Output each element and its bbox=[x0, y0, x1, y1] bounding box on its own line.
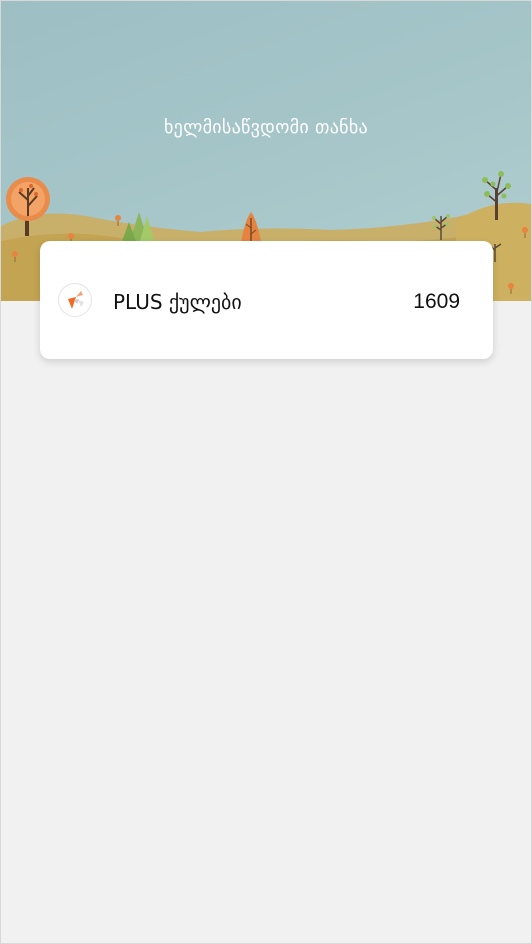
leaf-tree-icon bbox=[241, 212, 261, 244]
screen: ხელმისაწვდომი თანხა PLUS ქულები 1609 bbox=[0, 0, 532, 944]
plus-points-logo-icon bbox=[58, 283, 92, 317]
points-balance-card[interactable]: PLUS ქულები 1609 bbox=[40, 241, 493, 359]
points-label: PLUS ქულები bbox=[113, 290, 242, 314]
points-value: 1609 bbox=[413, 290, 460, 313]
page-title: ხელმისაწვდომი თანხა bbox=[163, 117, 369, 138]
